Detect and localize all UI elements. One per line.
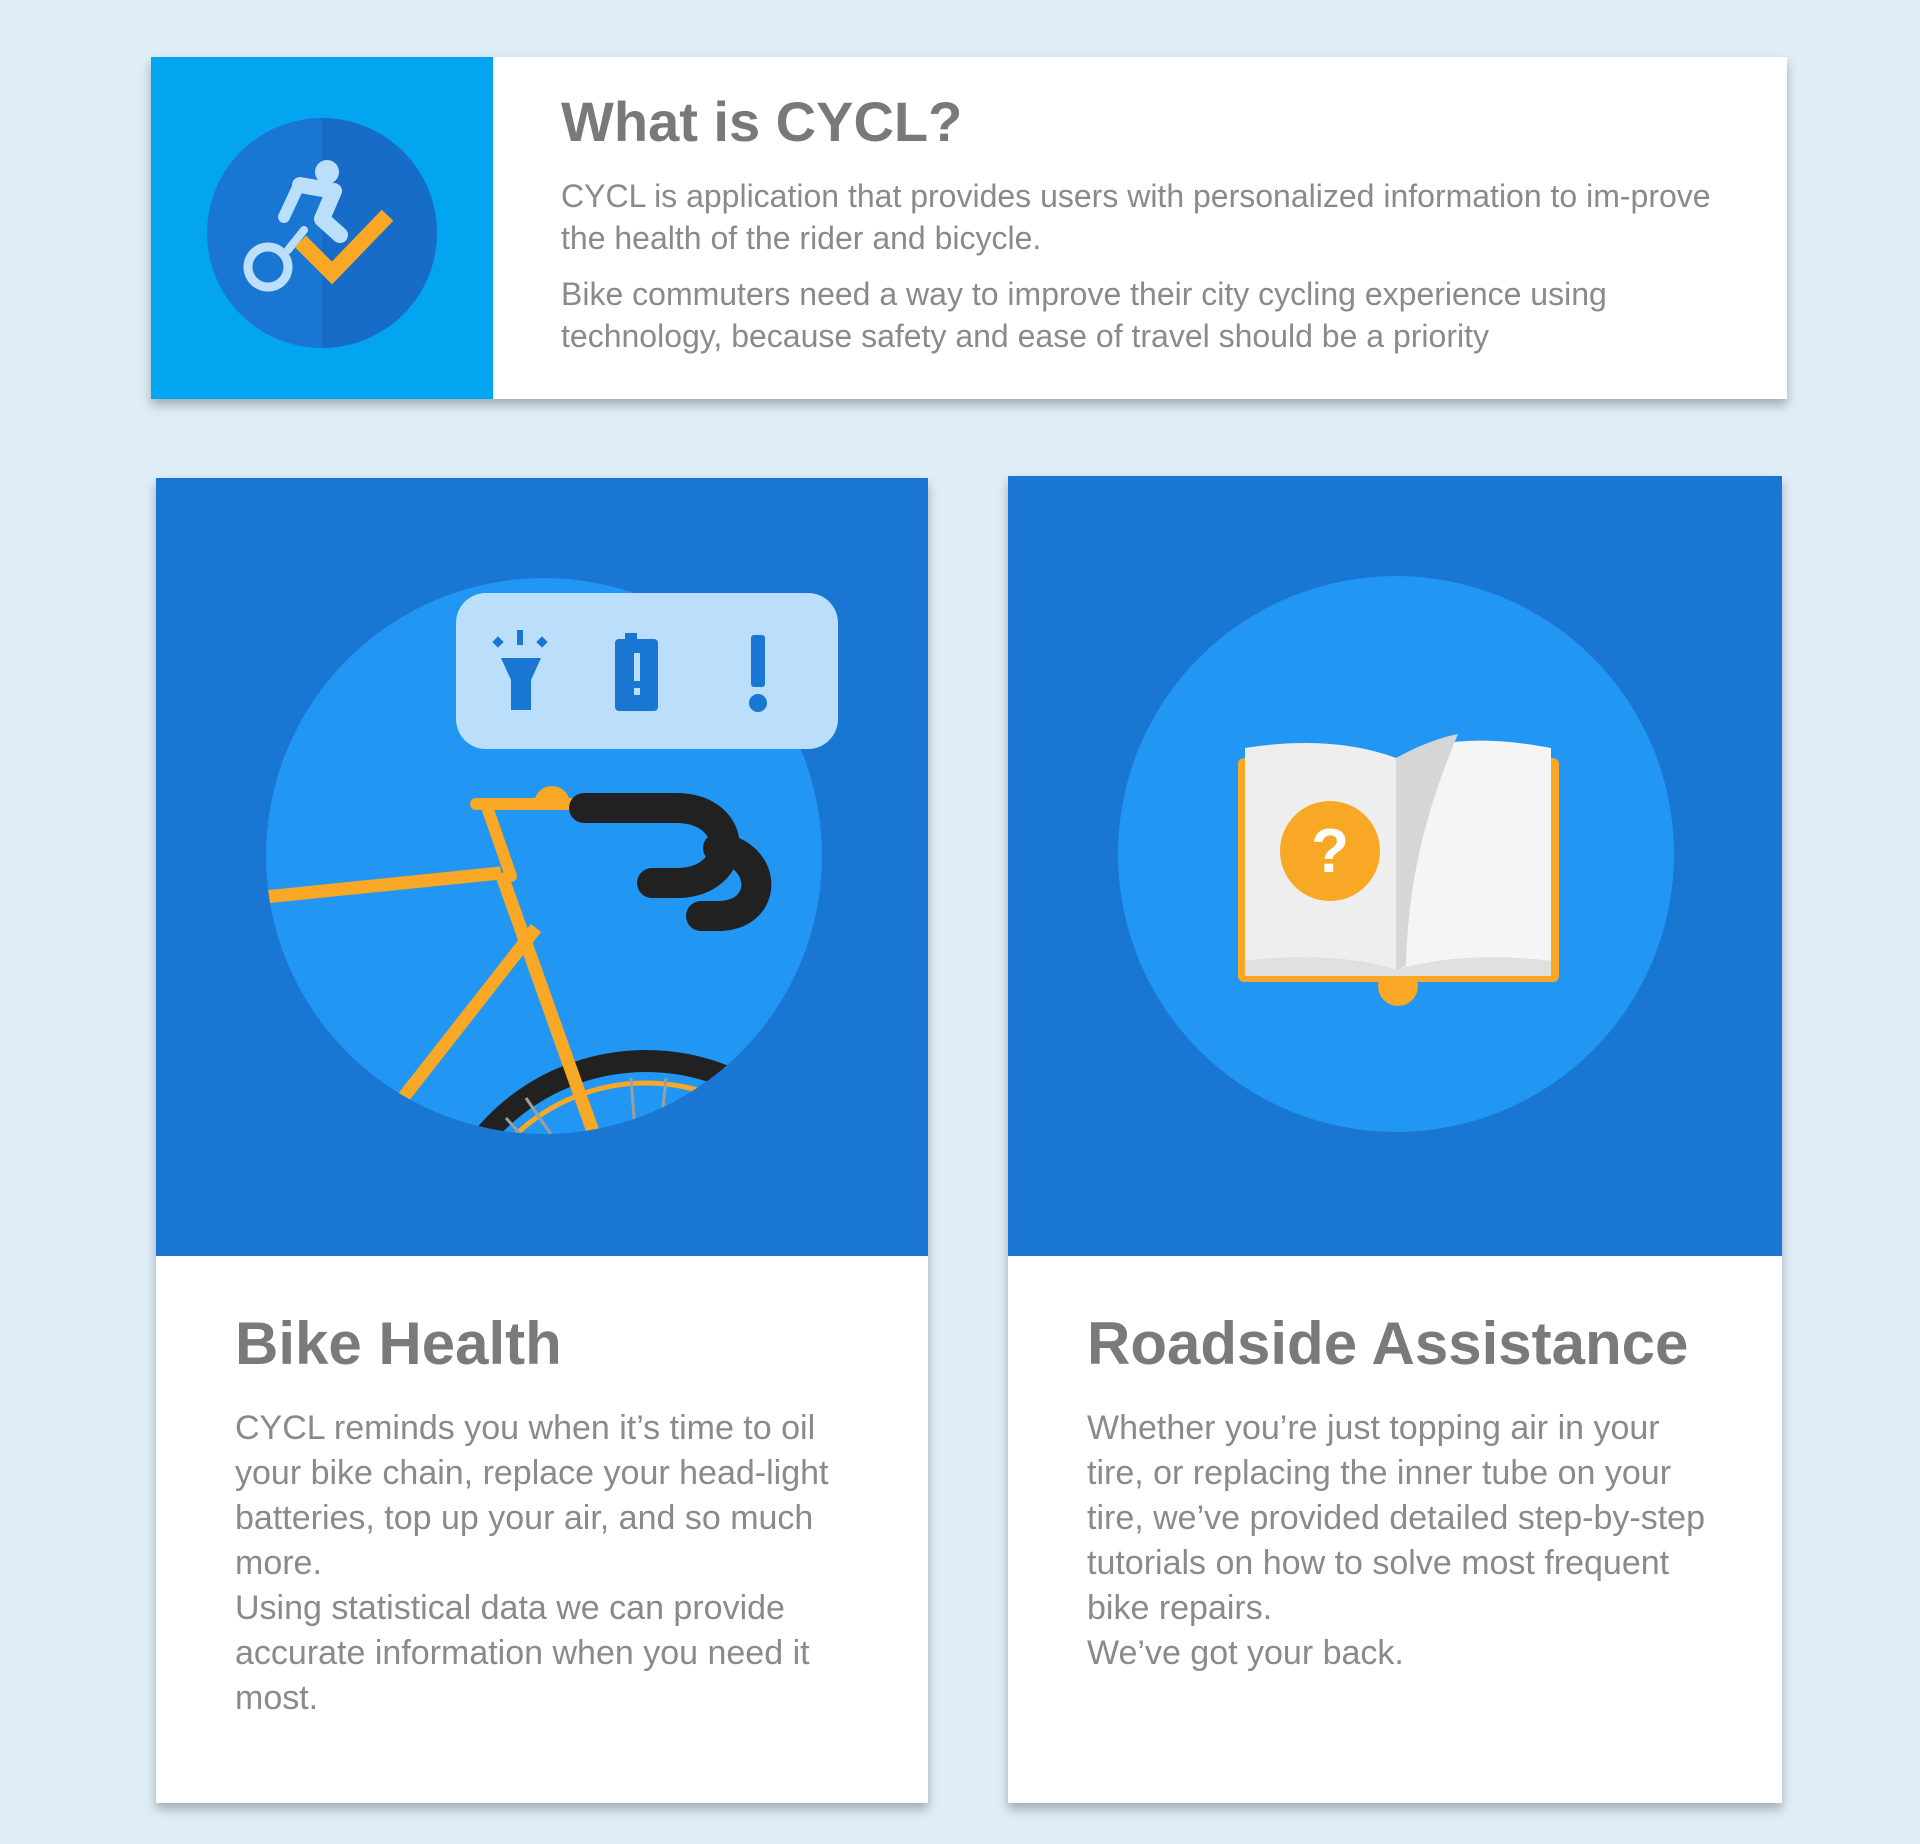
- feature-description: CYCL reminds you when it’s time to oil y…: [235, 1409, 829, 1717]
- intro-icon-panel: [151, 57, 493, 399]
- battery-alert-icon: [615, 633, 658, 711]
- bike-health-body: Bike Health CYCL reminds you when it’s t…: [156, 1256, 928, 1721]
- feature-description: Whether you’re just topping air in your …: [1087, 1409, 1705, 1672]
- exclamation-icon: [749, 635, 767, 712]
- feature-title: Roadside Assistance: [1087, 1310, 1689, 1377]
- bike-health-card: Bike Health CYCL reminds you when it’s t…: [156, 478, 928, 1803]
- roadside-assistance-illustration: ?: [1008, 476, 1782, 1256]
- feature-title: Bike Health: [235, 1310, 562, 1377]
- cyclist-checkmark-icon: [207, 118, 437, 348]
- help-book-icon: ?: [1118, 576, 1674, 1132]
- roadside-assistance-body: Roadside Assistance Whether you’re just …: [1008, 1256, 1782, 1676]
- intro-card: What is CYCL? CYCL is application that p…: [151, 57, 1787, 399]
- svg-text:?: ?: [1311, 817, 1349, 886]
- bike-health-illustration: [156, 478, 928, 1256]
- intro-paragraph: Bike commuters need a way to improve the…: [561, 276, 1607, 354]
- intro-text: What is CYCL? CYCL is application that p…: [493, 57, 1787, 399]
- intro-title: What is CYCL?: [561, 90, 963, 153]
- intro-paragraph: CYCL is application that provides users …: [561, 178, 1711, 256]
- roadside-assistance-card: ? Roadside Assistance Whether you’re jus…: [1008, 476, 1782, 1803]
- bicycle-illustration: [266, 578, 838, 1134]
